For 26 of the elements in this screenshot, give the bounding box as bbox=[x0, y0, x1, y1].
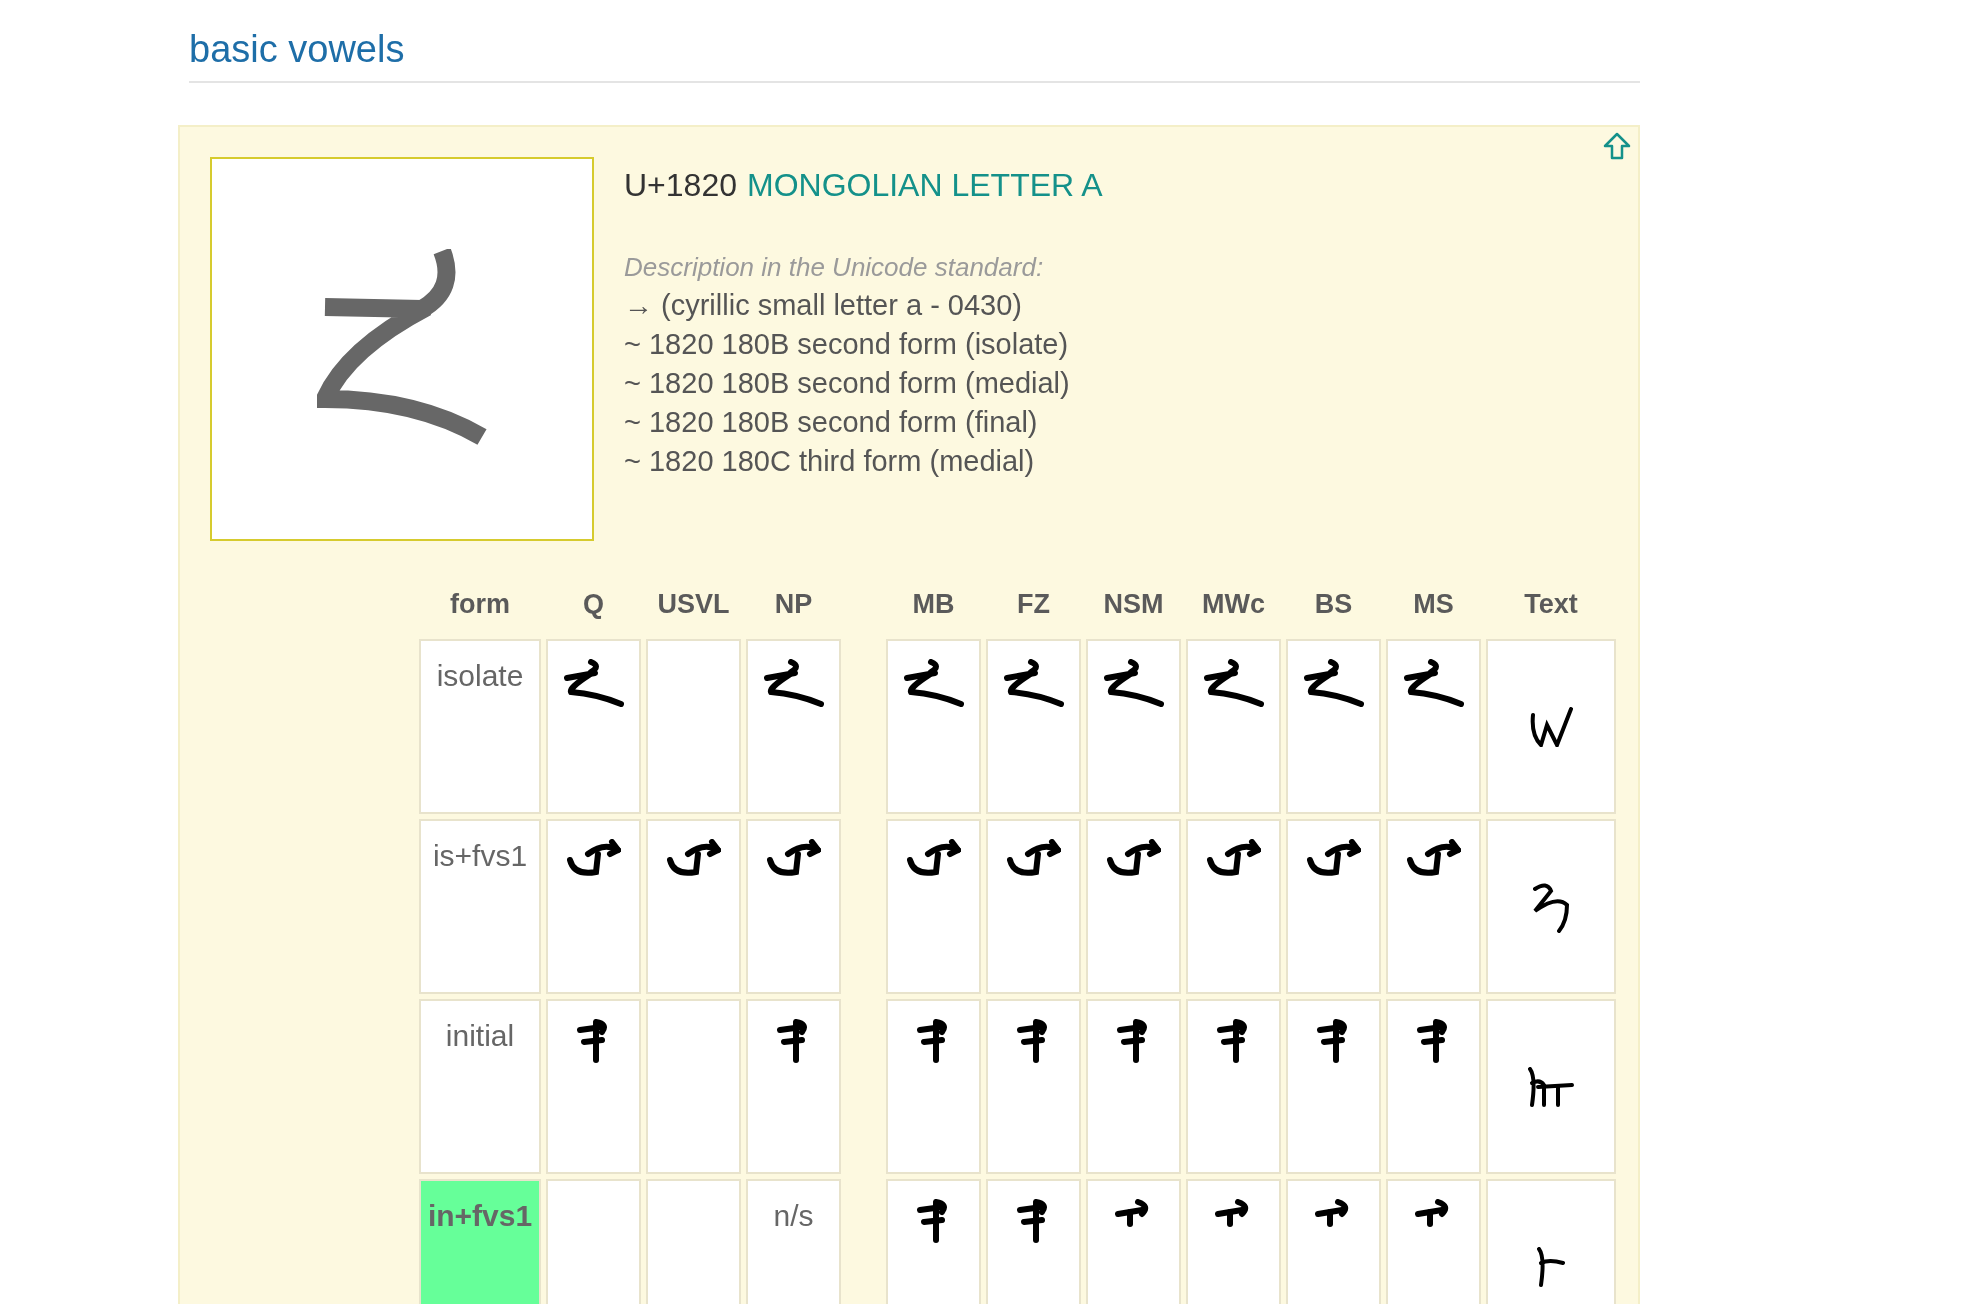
table-cell: n/s bbox=[746, 1179, 841, 1304]
column-header: MB bbox=[911, 589, 956, 621]
column-header: Q bbox=[582, 589, 605, 621]
column-header: USVL bbox=[656, 589, 731, 621]
form-cell: isolate bbox=[419, 639, 541, 814]
description-line: → (cyrillic small letter a - 0430) bbox=[624, 289, 1024, 322]
column-header: form bbox=[449, 589, 511, 621]
form-cell: initial bbox=[419, 999, 541, 1174]
column-header: NP bbox=[773, 589, 814, 621]
column-header: FZ bbox=[1016, 589, 1051, 621]
column-header: MS bbox=[1412, 589, 1455, 621]
up-arrow-icon[interactable] bbox=[1602, 131, 1632, 161]
form-cell: is+fvs1 bbox=[419, 819, 541, 994]
description-label: Description in the Unicode standard: bbox=[624, 252, 1045, 283]
column-header: BS bbox=[1313, 589, 1354, 621]
column-header: NSM bbox=[1102, 589, 1165, 621]
column-header: Text bbox=[1523, 589, 1579, 621]
description-line: ~ 1820 180B second form (isolate) bbox=[624, 328, 1070, 361]
section-heading: basic vowels bbox=[189, 28, 1640, 83]
description-line: ~ 1820 180B second form (final) bbox=[624, 406, 1039, 439]
column-header: MWc bbox=[1201, 589, 1266, 621]
description-line: ~ 1820 180B second form (medial) bbox=[624, 367, 1071, 400]
character-name: MONGOLIAN LETTER A bbox=[747, 167, 1103, 204]
codepoint: U+1820 bbox=[624, 167, 737, 204]
description-line: ~ 1820 180C third form (medial) bbox=[624, 445, 1036, 478]
form-cell: in+fvs1 bbox=[419, 1179, 541, 1304]
